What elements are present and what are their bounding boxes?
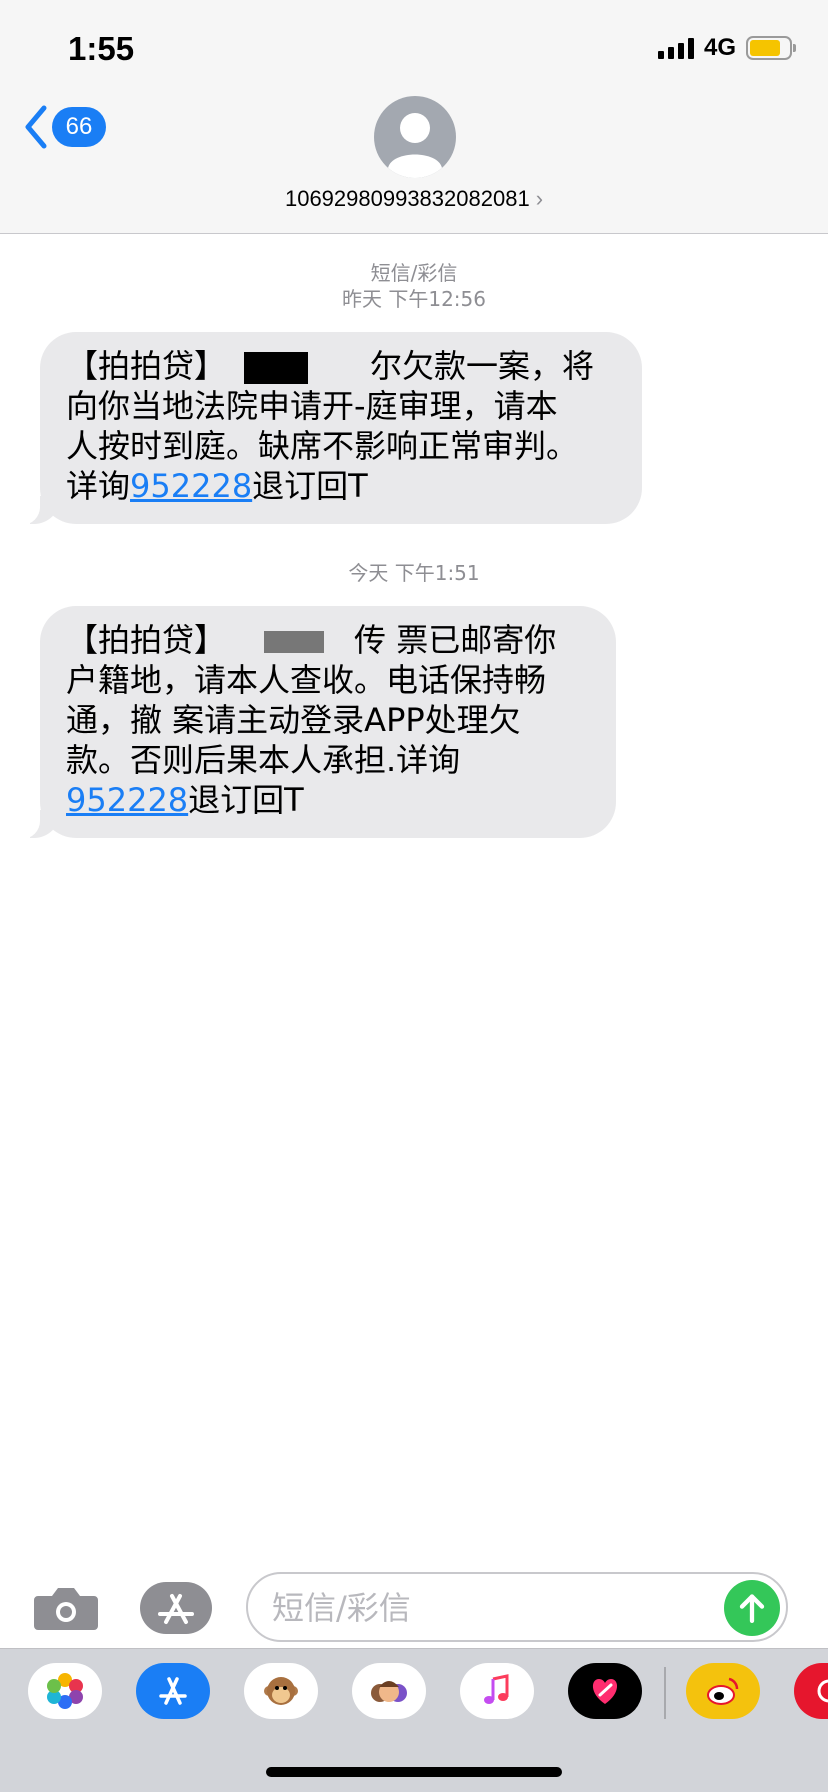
- animoji-icon: [264, 1677, 298, 1705]
- digital-touch-icon: [592, 1679, 618, 1704]
- app-store-icon: [159, 1677, 187, 1705]
- app-drawer: [0, 1648, 828, 1792]
- message-timestamp: 今天 下午1:51: [348, 561, 480, 585]
- person-icon: [388, 113, 442, 178]
- contact-avatar[interactable]: [374, 96, 456, 178]
- redaction-block: [244, 352, 309, 384]
- message-text: 【拍拍贷】传 票已邮寄你 户籍地，请本人查收。电话保持畅 通，撤 案请主动登录A…: [66, 621, 557, 819]
- memoji-app[interactable]: [352, 1663, 426, 1719]
- partial-app[interactable]: [794, 1663, 828, 1719]
- phone-link[interactable]: 952228: [66, 781, 188, 819]
- app-store-app[interactable]: [136, 1663, 210, 1719]
- status-time: 1:55: [68, 30, 135, 67]
- unread-count-badge: 66: [52, 107, 106, 147]
- home-indicator[interactable]: [266, 1767, 562, 1777]
- music-icon: [484, 1674, 509, 1704]
- status-indicators: 4G: [657, 34, 796, 62]
- arrow-up-icon: [739, 1594, 765, 1623]
- send-button[interactable]: [724, 1580, 780, 1636]
- weibo-icon: [707, 1677, 739, 1705]
- contact-number[interactable]: 106929809938320820​81 ›: [0, 186, 828, 212]
- memoji-icon: [371, 1681, 407, 1702]
- message-input[interactable]: [272, 1584, 712, 1632]
- message-text: 【拍拍贷】 尔欠款一案，将 向你当地法院申请开-庭审理，请本 人按时到庭。缺席不影…: [66, 347, 595, 505]
- contact-number-text: 106929809938320820​81: [284, 186, 530, 211]
- drawer-divider: [664, 1667, 666, 1719]
- redaction-block: [264, 631, 325, 653]
- camera-icon: [34, 1588, 98, 1630]
- messages-screen: 1:55 4G 66 106929809938320820​81› 短信/彩信: [0, 0, 828, 1792]
- network-type: 4G: [703, 34, 736, 61]
- message-timestamp: 短信/彩信 昨天 下午12:56: [0, 260, 828, 312]
- phone-link[interactable]: 952228: [130, 467, 252, 505]
- music-app[interactable]: [460, 1663, 534, 1719]
- message-input-field[interactable]: [246, 1572, 788, 1642]
- timestamp-label: 昨天 下午12:56: [342, 287, 486, 311]
- chevron-right-icon: ›: [535, 186, 544, 211]
- message-bubble[interactable]: 【拍拍贷】传 票已邮寄你 户籍地，请本人查收。电话保持畅 通，撤 案请主动登录A…: [18, 606, 616, 839]
- photos-icon: [47, 1673, 83, 1709]
- message-bubble[interactable]: 【拍拍贷】 尔欠款一案，将 向你当地法院申请开-庭审理，请本 人按时到庭。缺席不影…: [18, 332, 642, 525]
- signal-icon: [657, 37, 694, 59]
- weibo-app[interactable]: [686, 1663, 760, 1719]
- digital-touch-app[interactable]: [568, 1663, 642, 1719]
- camera-button[interactable]: [34, 1584, 98, 1632]
- photos-app[interactable]: [28, 1663, 102, 1719]
- app-store-icon: [158, 1594, 194, 1624]
- animoji-app[interactable]: [244, 1663, 318, 1719]
- back-button[interactable]: 66: [22, 104, 106, 150]
- conversation-header: 1:55 4G 66 106929809938320820​81 ›: [0, 0, 828, 234]
- chevron-left-icon: [25, 105, 47, 149]
- battery-icon: [746, 36, 796, 60]
- partial-app-icon: [817, 1679, 828, 1703]
- app-store-button[interactable]: [140, 1582, 212, 1634]
- message-type-label: 短信/彩信: [370, 261, 458, 285]
